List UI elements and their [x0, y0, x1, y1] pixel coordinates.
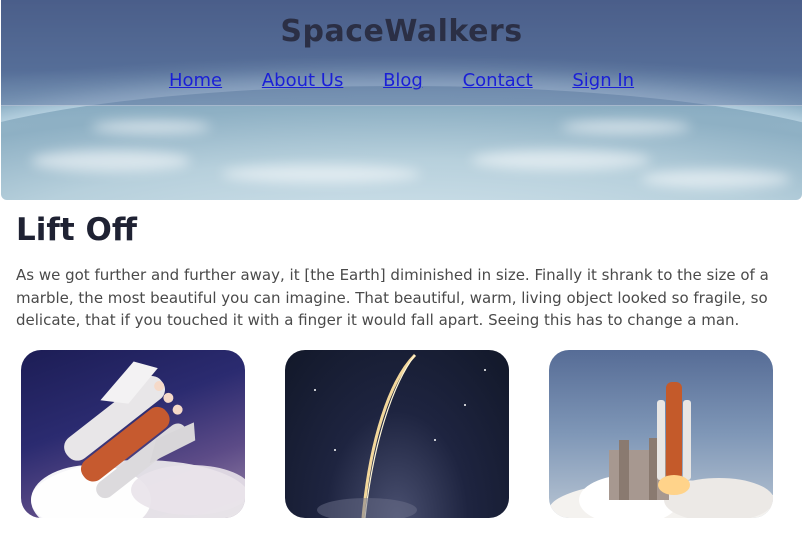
cloud: [221, 165, 421, 183]
nav-about-link[interactable]: About Us: [262, 70, 344, 91]
gallery-image-launch-pad: [549, 350, 773, 518]
shuttle-flight-illustration: [31, 361, 245, 518]
nav-signin-link[interactable]: Sign In: [572, 70, 634, 91]
page-title: Lift Off: [16, 212, 137, 248]
nav-blog-link[interactable]: Blog: [383, 70, 423, 91]
rocket-arc-illustration: [314, 353, 486, 518]
cloud: [471, 150, 651, 170]
site-title: SpaceWalkers: [280, 14, 523, 49]
cloud: [641, 170, 791, 188]
cloud: [31, 150, 191, 172]
gallery-image-rocket-arc: [285, 350, 509, 518]
nav-contact-link[interactable]: Contact: [463, 70, 533, 91]
intro-paragraph: As we got further and further away, it […: [16, 266, 769, 329]
nav-home-link[interactable]: Home: [169, 70, 222, 91]
gallery-image-shuttle-flight: [21, 350, 245, 518]
cloud: [91, 120, 211, 134]
launch-pad-illustration: [549, 382, 773, 518]
site-header: SpaceWalkers Home About Us Blog Contact …: [1, 0, 802, 106]
cloud: [561, 120, 691, 134]
main-nav: Home About Us Blog Contact Sign In: [1, 70, 802, 91]
